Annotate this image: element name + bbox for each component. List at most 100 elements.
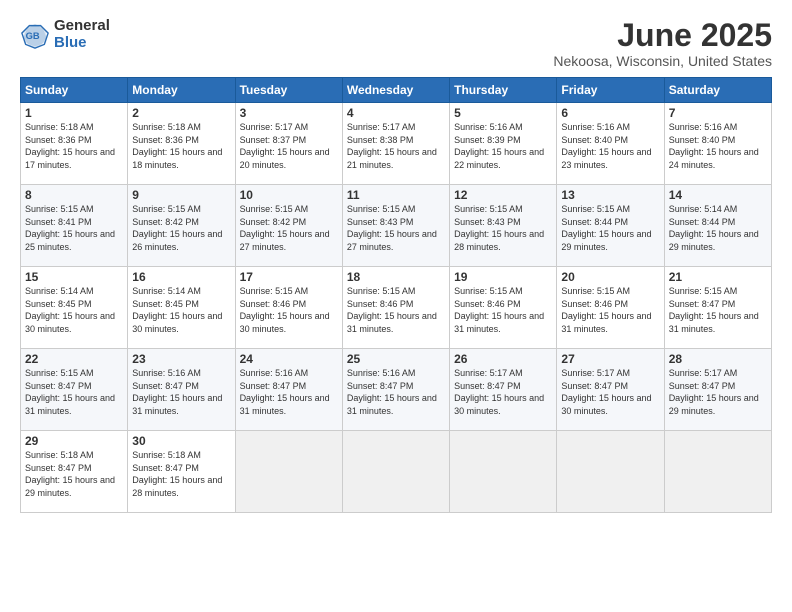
table-row: 21 Sunrise: 5:15 AM Sunset: 8:47 PM Dayl… <box>664 267 771 349</box>
table-row: 4 Sunrise: 5:17 AM Sunset: 8:38 PM Dayli… <box>342 103 449 185</box>
day-info: Sunrise: 5:15 AM Sunset: 8:47 PM Dayligh… <box>669 285 767 335</box>
table-row: 28 Sunrise: 5:17 AM Sunset: 8:47 PM Dayl… <box>664 349 771 431</box>
day-number: 19 <box>454 270 552 284</box>
day-number: 6 <box>561 106 659 120</box>
table-row <box>664 431 771 513</box>
table-row: 20 Sunrise: 5:15 AM Sunset: 8:46 PM Dayl… <box>557 267 664 349</box>
day-number: 16 <box>132 270 230 284</box>
day-info: Sunrise: 5:14 AM Sunset: 8:45 PM Dayligh… <box>132 285 230 335</box>
header-monday: Monday <box>128 78 235 103</box>
day-info: Sunrise: 5:17 AM Sunset: 8:37 PM Dayligh… <box>240 121 338 171</box>
day-info: Sunrise: 5:15 AM Sunset: 8:42 PM Dayligh… <box>240 203 338 253</box>
table-row: 16 Sunrise: 5:14 AM Sunset: 8:45 PM Dayl… <box>128 267 235 349</box>
logo: GB General Blue <box>20 18 110 51</box>
page: GB General Blue June 2025 Nekoosa, Wisco… <box>0 0 792 523</box>
table-row <box>450 431 557 513</box>
table-row: 29 Sunrise: 5:18 AM Sunset: 8:47 PM Dayl… <box>21 431 128 513</box>
table-row: 8 Sunrise: 5:15 AM Sunset: 8:41 PM Dayli… <box>21 185 128 267</box>
day-number: 21 <box>669 270 767 284</box>
day-info: Sunrise: 5:16 AM Sunset: 8:47 PM Dayligh… <box>347 367 445 417</box>
table-row <box>557 431 664 513</box>
day-number: 24 <box>240 352 338 366</box>
table-row: 12 Sunrise: 5:15 AM Sunset: 8:43 PM Dayl… <box>450 185 557 267</box>
table-row: 26 Sunrise: 5:17 AM Sunset: 8:47 PM Dayl… <box>450 349 557 431</box>
day-info: Sunrise: 5:15 AM Sunset: 8:41 PM Dayligh… <box>25 203 123 253</box>
table-row: 24 Sunrise: 5:16 AM Sunset: 8:47 PM Dayl… <box>235 349 342 431</box>
header-thursday: Thursday <box>450 78 557 103</box>
table-row: 25 Sunrise: 5:16 AM Sunset: 8:47 PM Dayl… <box>342 349 449 431</box>
day-info: Sunrise: 5:18 AM Sunset: 8:47 PM Dayligh… <box>25 449 123 499</box>
calendar-header-row: Sunday Monday Tuesday Wednesday Thursday… <box>21 78 772 103</box>
day-info: Sunrise: 5:17 AM Sunset: 8:47 PM Dayligh… <box>454 367 552 417</box>
day-number: 23 <box>132 352 230 366</box>
calendar-title: June 2025 <box>553 18 772 53</box>
table-row: 19 Sunrise: 5:15 AM Sunset: 8:46 PM Dayl… <box>450 267 557 349</box>
table-row: 1 Sunrise: 5:18 AM Sunset: 8:36 PM Dayli… <box>21 103 128 185</box>
day-info: Sunrise: 5:15 AM Sunset: 8:46 PM Dayligh… <box>347 285 445 335</box>
day-info: Sunrise: 5:18 AM Sunset: 8:36 PM Dayligh… <box>132 121 230 171</box>
title-block: June 2025 Nekoosa, Wisconsin, United Sta… <box>553 18 772 69</box>
day-info: Sunrise: 5:15 AM Sunset: 8:46 PM Dayligh… <box>240 285 338 335</box>
day-number: 22 <box>25 352 123 366</box>
logo-blue-text: Blue <box>54 35 110 52</box>
calendar-table: Sunday Monday Tuesday Wednesday Thursday… <box>20 77 772 513</box>
day-number: 4 <box>347 106 445 120</box>
day-info: Sunrise: 5:17 AM Sunset: 8:38 PM Dayligh… <box>347 121 445 171</box>
logo-general-text: General <box>54 18 110 35</box>
day-number: 20 <box>561 270 659 284</box>
day-number: 7 <box>669 106 767 120</box>
day-info: Sunrise: 5:15 AM Sunset: 8:43 PM Dayligh… <box>454 203 552 253</box>
header-wednesday: Wednesday <box>342 78 449 103</box>
day-number: 2 <box>132 106 230 120</box>
table-row: 23 Sunrise: 5:16 AM Sunset: 8:47 PM Dayl… <box>128 349 235 431</box>
table-row: 6 Sunrise: 5:16 AM Sunset: 8:40 PM Dayli… <box>557 103 664 185</box>
table-row: 9 Sunrise: 5:15 AM Sunset: 8:42 PM Dayli… <box>128 185 235 267</box>
day-number: 28 <box>669 352 767 366</box>
header-saturday: Saturday <box>664 78 771 103</box>
header-sunday: Sunday <box>21 78 128 103</box>
calendar-location: Nekoosa, Wisconsin, United States <box>553 53 772 69</box>
day-info: Sunrise: 5:15 AM Sunset: 8:42 PM Dayligh… <box>132 203 230 253</box>
calendar-week-row: 29 Sunrise: 5:18 AM Sunset: 8:47 PM Dayl… <box>21 431 772 513</box>
table-row: 13 Sunrise: 5:15 AM Sunset: 8:44 PM Dayl… <box>557 185 664 267</box>
table-row <box>342 431 449 513</box>
header-tuesday: Tuesday <box>235 78 342 103</box>
table-row: 2 Sunrise: 5:18 AM Sunset: 8:36 PM Dayli… <box>128 103 235 185</box>
table-row: 5 Sunrise: 5:16 AM Sunset: 8:39 PM Dayli… <box>450 103 557 185</box>
day-info: Sunrise: 5:15 AM Sunset: 8:46 PM Dayligh… <box>561 285 659 335</box>
header: GB General Blue June 2025 Nekoosa, Wisco… <box>20 18 772 69</box>
table-row <box>235 431 342 513</box>
header-friday: Friday <box>557 78 664 103</box>
day-number: 29 <box>25 434 123 448</box>
day-number: 18 <box>347 270 445 284</box>
day-number: 3 <box>240 106 338 120</box>
day-info: Sunrise: 5:16 AM Sunset: 8:47 PM Dayligh… <box>132 367 230 417</box>
day-info: Sunrise: 5:16 AM Sunset: 8:39 PM Dayligh… <box>454 121 552 171</box>
table-row: 14 Sunrise: 5:14 AM Sunset: 8:44 PM Dayl… <box>664 185 771 267</box>
day-number: 9 <box>132 188 230 202</box>
logo-icon: GB <box>20 20 50 50</box>
svg-text:GB: GB <box>26 30 40 40</box>
table-row: 30 Sunrise: 5:18 AM Sunset: 8:47 PM Dayl… <box>128 431 235 513</box>
day-info: Sunrise: 5:14 AM Sunset: 8:44 PM Dayligh… <box>669 203 767 253</box>
day-number: 8 <box>25 188 123 202</box>
table-row: 22 Sunrise: 5:15 AM Sunset: 8:47 PM Dayl… <box>21 349 128 431</box>
day-number: 14 <box>669 188 767 202</box>
table-row: 18 Sunrise: 5:15 AM Sunset: 8:46 PM Dayl… <box>342 267 449 349</box>
day-number: 25 <box>347 352 445 366</box>
table-row: 10 Sunrise: 5:15 AM Sunset: 8:42 PM Dayl… <box>235 185 342 267</box>
table-row: 27 Sunrise: 5:17 AM Sunset: 8:47 PM Dayl… <box>557 349 664 431</box>
day-number: 10 <box>240 188 338 202</box>
day-number: 11 <box>347 188 445 202</box>
day-number: 1 <box>25 106 123 120</box>
day-number: 13 <box>561 188 659 202</box>
table-row: 7 Sunrise: 5:16 AM Sunset: 8:40 PM Dayli… <box>664 103 771 185</box>
day-number: 12 <box>454 188 552 202</box>
day-info: Sunrise: 5:15 AM Sunset: 8:44 PM Dayligh… <box>561 203 659 253</box>
day-info: Sunrise: 5:16 AM Sunset: 8:40 PM Dayligh… <box>561 121 659 171</box>
day-number: 17 <box>240 270 338 284</box>
logo-text: General Blue <box>54 18 110 51</box>
table-row: 11 Sunrise: 5:15 AM Sunset: 8:43 PM Dayl… <box>342 185 449 267</box>
table-row: 3 Sunrise: 5:17 AM Sunset: 8:37 PM Dayli… <box>235 103 342 185</box>
day-info: Sunrise: 5:16 AM Sunset: 8:40 PM Dayligh… <box>669 121 767 171</box>
